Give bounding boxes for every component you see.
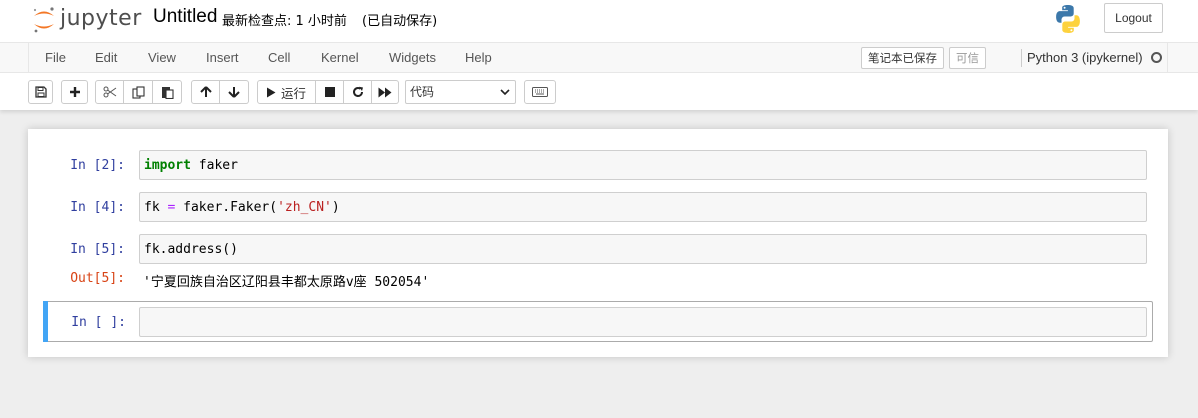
run-label: 运行 [281,85,307,101]
kernel-idle-indicator [1151,52,1162,63]
jupyter-logo[interactable]: jupyter [30,4,142,34]
move-down-button[interactable] [220,80,249,104]
insert-cell-button[interactable] [61,80,88,104]
move-up-button[interactable] [191,80,220,104]
code-input[interactable] [139,307,1147,337]
paste-icon [161,86,174,99]
restart-run-all-button[interactable] [372,80,399,104]
code-text: fk.address() [144,242,238,257]
header: jupyter Untitled 最新检查点: 1 小时前 (已自动保存) Lo… [0,0,1198,110]
stop-icon [324,87,335,97]
save-icon [34,86,47,98]
arrow-up-icon [199,86,212,97]
header-top: jupyter Untitled 最新检查点: 1 小时前 (已自动保存) Lo… [0,0,1198,40]
code-string: 'zh_CN' [277,200,332,215]
menu-insert[interactable]: Insert [206,50,239,65]
autosave-status: (已自动保存) [362,14,438,29]
output-prompt: Out[5]: [70,271,125,286]
code-input[interactable]: import faker [139,150,1147,180]
play-icon [267,87,276,97]
notebook-container: In [2]: import faker In [4]: fk = faker.… [28,129,1168,357]
code-text: faker [190,158,238,173]
code-text: fk [144,200,168,215]
logout-button[interactable]: Logout [1104,3,1163,33]
code-keyword: import [144,158,191,173]
toolbar: 运行 代码 [28,80,1168,104]
code-text: faker.Faker( [175,200,278,215]
menubar-inner: File Edit View Insert Cell Kernel Widget… [28,43,1168,72]
trusted-button[interactable]: 可信 [949,47,986,69]
kernel-divider [1021,49,1022,67]
cell-type-value: 代码 [410,85,435,99]
kernel-name[interactable]: Python 3 (ipykernel) [1027,50,1143,65]
jupyter-logo-icon [33,7,54,33]
cell-type-select[interactable]: 代码 [405,80,516,104]
input-prompt: In [5]: [70,242,125,257]
restart-button[interactable] [344,80,372,104]
code-cell-selected[interactable]: In [ ]: [43,301,1153,342]
python-logo-icon [1052,3,1084,40]
menu-file[interactable]: File [45,50,66,65]
logo-text: jupyter [60,6,142,31]
copy-button[interactable] [124,80,153,104]
plus-icon [69,87,80,97]
menu-edit[interactable]: Edit [95,50,117,65]
menu-help[interactable]: Help [465,50,492,65]
menu-cell[interactable]: Cell [268,50,290,65]
checkpoint-status: 最新检查点: 1 小时前 [222,14,347,29]
menu-view[interactable]: View [148,50,176,65]
input-prompt: In [ ]: [71,315,126,330]
input-prompt: In [4]: [70,200,125,215]
chevron-down-icon [500,89,510,96]
code-input[interactable]: fk = faker.Faker('zh_CN') [139,192,1147,222]
interrupt-button[interactable] [316,80,344,104]
scissors-icon [103,86,116,98]
paste-button[interactable] [153,80,182,104]
restart-icon [352,86,363,97]
cut-button[interactable] [95,80,124,104]
input-prompt: In [2]: [70,158,125,173]
code-input[interactable]: fk.address() [139,234,1147,264]
run-button[interactable]: 运行 [257,80,316,104]
command-palette-button[interactable] [524,80,556,104]
menubar: File Edit View Insert Cell Kernel Widget… [0,42,1198,73]
keyboard-icon [532,87,548,97]
notebook-saved-indicator[interactable]: 笔记本已保存 [861,47,944,69]
menu-kernel[interactable]: Kernel [321,50,359,65]
fast-forward-icon [378,87,392,97]
copy-icon [131,85,145,99]
code-text: ) [331,200,340,215]
output-text: '宁夏回族自治区辽阳县丰都太原路v座 502054' [143,275,430,290]
menu-widgets[interactable]: Widgets [389,50,436,65]
save-button[interactable] [28,80,53,104]
notebook-name[interactable]: Untitled [153,6,217,28]
arrow-down-icon [228,87,240,98]
